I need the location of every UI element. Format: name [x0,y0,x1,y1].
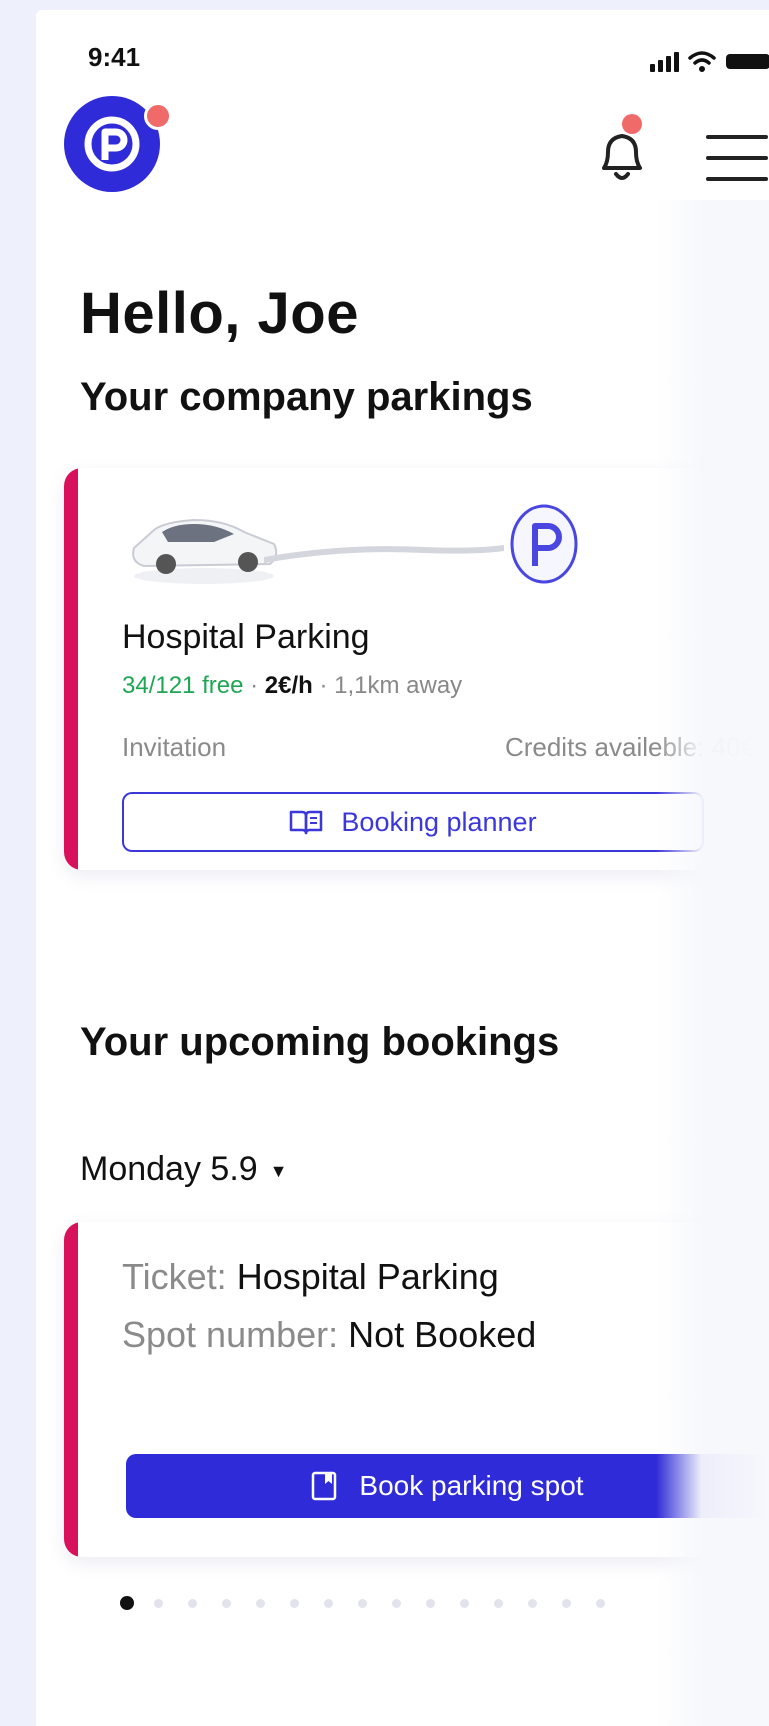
status-time: 9:41 [88,42,141,72]
pagination-dot[interactable] [562,1599,571,1608]
card-accent-bar [64,1222,78,1557]
book-parking-spot-button[interactable]: Book parking spot [126,1454,769,1518]
booking-planner-label: Booking planner [341,806,537,837]
notification-badge [622,114,642,134]
separator: · [243,672,265,699]
company-parkings-title: Your company parkings [80,375,533,419]
pagination-dot[interactable] [120,1596,134,1610]
pagination-dot[interactable] [222,1599,231,1608]
pagination-dot[interactable] [426,1599,435,1608]
hamburger-menu-icon[interactable] [706,135,768,183]
car-illustration-icon [132,518,278,584]
caret-down-icon: ▼ [269,1160,288,1181]
notification-bell-icon[interactable] [592,122,652,188]
free-spots: 34/121 free [122,672,244,699]
battery-icon [726,54,769,69]
spot-label: Spot number: [122,1314,339,1355]
separator: · [312,672,335,699]
spot-value: Not Booked [348,1314,537,1355]
book-open-icon [290,810,323,835]
pagination-dot[interactable] [596,1599,605,1608]
access-type: Invitation [122,732,227,762]
logo-status-dot [144,102,172,130]
pagination-dot[interactable] [188,1599,197,1608]
pagination-dot[interactable] [290,1599,299,1608]
spot-row: Spot number: Not Booked [122,1314,536,1356]
pagination-dots[interactable] [120,1596,680,1610]
booking-planner-button[interactable]: Booking planner [122,792,704,852]
pagination-dot[interactable] [256,1599,265,1608]
pagination-dot[interactable] [392,1599,401,1608]
pagination-dot[interactable] [358,1599,367,1608]
pagination-dot[interactable] [324,1599,333,1608]
credits-available: Credits availeble: 40€ [504,732,755,762]
bookmark-page-icon [312,1471,337,1501]
app-screen: 9:41 Hello, Joe Your company parkings Ho… [36,10,769,1726]
status-icons [650,50,769,72]
book-parking-spot-label: Book parking spot [359,1470,584,1501]
pagination-dot[interactable] [460,1599,469,1608]
pagination-dot[interactable] [494,1599,503,1608]
parking-card[interactable]: Hospital Parking 34/121 free · 2€/h · 1,… [64,468,769,870]
road-illustration [264,545,504,563]
parking-sign-icon [510,504,578,584]
greeting-title: Hello, Joe [80,281,359,346]
selected-day: Monday 5.9 [80,1150,258,1188]
wifi-icon [688,51,716,72]
ticket-value: Hospital Parking [236,1256,499,1297]
booking-card[interactable]: Ticket: Hospital Parking Spot number: No… [64,1222,769,1557]
pagination-dot[interactable] [154,1599,163,1608]
pagination-dot[interactable] [528,1599,537,1608]
upcoming-bookings-title: Your upcoming bookings [80,1020,560,1064]
card-accent-bar [64,468,78,870]
parking-name: Hospital Parking [122,618,370,656]
ticket-label: Ticket: [122,1256,227,1297]
hourly-price: 2€/h [264,672,313,699]
ticket-row: Ticket: Hospital Parking [122,1256,499,1298]
day-selector[interactable]: Monday 5.9 ▼ [80,1150,288,1189]
distance: 1,1km away [334,672,463,699]
parking-meta: 34/121 free · 2€/h · 1,1km away [122,672,462,700]
